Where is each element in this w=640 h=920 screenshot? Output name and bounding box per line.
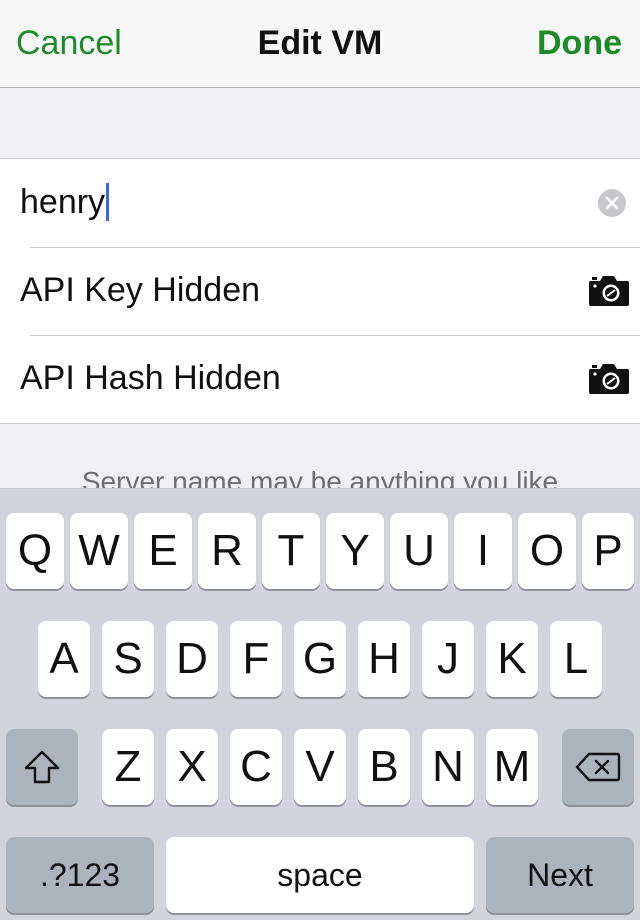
next-key[interactable]: Next [486,837,634,913]
key-f[interactable]: F [230,621,282,697]
key-d[interactable]: D [166,621,218,697]
key-z[interactable]: Z [102,729,154,805]
backspace-key[interactable] [562,729,634,805]
key-n[interactable]: N [422,729,474,805]
server-name-value: henry [20,183,106,221]
key-q[interactable]: Q [6,513,64,589]
key-p[interactable]: P [582,513,634,589]
clear-icon [605,196,619,210]
key-a[interactable]: A [38,621,90,697]
key-x[interactable]: X [166,729,218,805]
key-u[interactable]: U [390,513,448,589]
key-e[interactable]: E [134,513,192,589]
text-caret [106,183,110,221]
vm-form: henry API Key Hidden API Hash Hidden [0,158,640,424]
navigation-bar: Cancel Edit VM Done [0,0,640,88]
key-b[interactable]: B [358,729,410,805]
api-hash-label: API Hash Hidden [20,359,281,397]
shift-icon [24,750,60,784]
api-key-label: API Key Hidden [20,271,261,309]
key-l[interactable]: L [550,621,602,697]
scan-api-hash-button[interactable] [588,361,630,395]
key-y[interactable]: Y [326,513,384,589]
api-hash-row[interactable]: API Hash Hidden [0,335,640,423]
space-key[interactable]: space [166,837,474,913]
key-c[interactable]: C [230,729,282,805]
shift-key[interactable] [6,729,78,805]
numbers-key[interactable]: .?123 [6,837,154,913]
key-g[interactable]: G [294,621,346,697]
camera-icon [589,364,629,394]
key-r[interactable]: R [198,513,256,589]
done-button[interactable]: Done [537,24,622,63]
keyboard: Q W E R T Y U I O P A S D F G H J K L Z … [0,488,640,920]
api-key-row[interactable]: API Key Hidden [0,247,640,335]
server-name-field[interactable]: henry [20,183,110,222]
key-t[interactable]: T [262,513,320,589]
key-o[interactable]: O [518,513,576,589]
backspace-icon [575,752,621,782]
key-v[interactable]: V [294,729,346,805]
camera-icon [589,276,629,306]
key-i[interactable]: I [454,513,512,589]
server-name-row[interactable]: henry [0,159,640,247]
key-h[interactable]: H [358,621,410,697]
key-k[interactable]: K [486,621,538,697]
key-w[interactable]: W [70,513,128,589]
scan-api-key-button[interactable] [588,273,630,307]
key-j[interactable]: J [422,621,474,697]
clear-text-button[interactable] [598,189,626,217]
key-s[interactable]: S [102,621,154,697]
key-m[interactable]: M [486,729,538,805]
